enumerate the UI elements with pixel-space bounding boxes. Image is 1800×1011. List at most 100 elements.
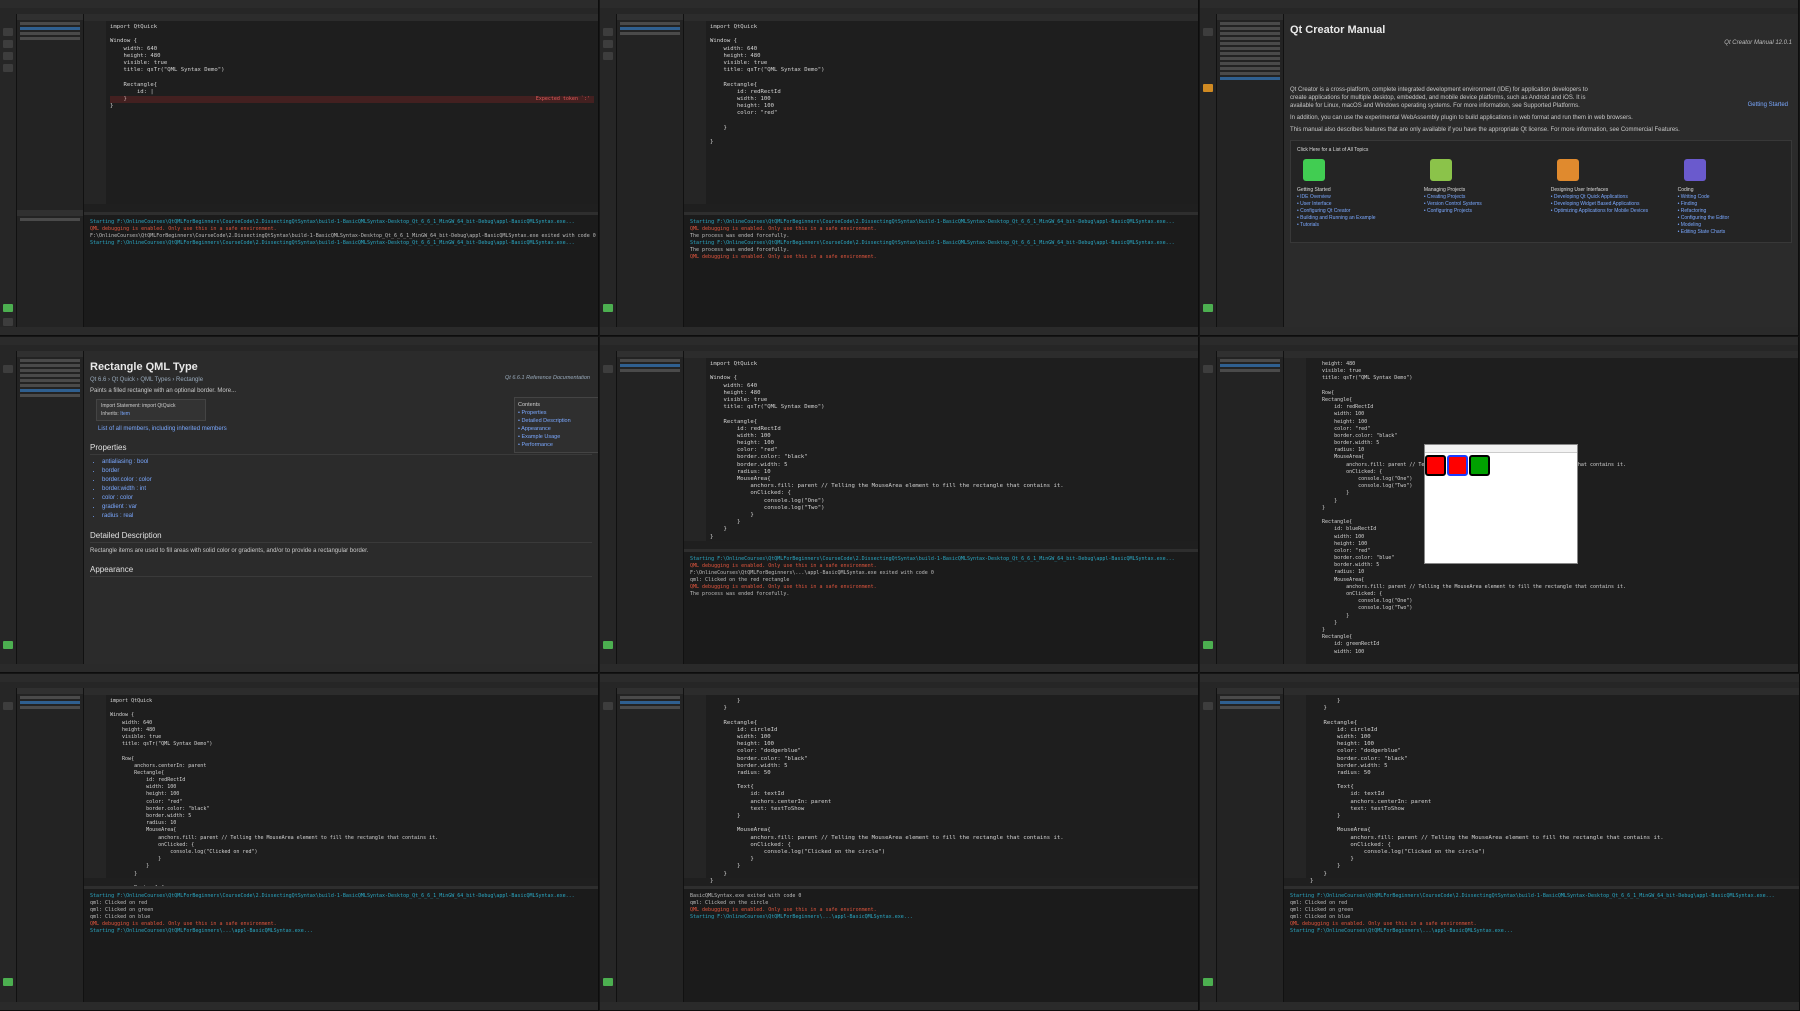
- code-line[interactable]: anchors.centerIn: parent: [1310, 799, 1795, 806]
- code-line[interactable]: import QtQuick: [710, 361, 1194, 368]
- code-line[interactable]: border.color: "black": [1310, 433, 1794, 440]
- code-line[interactable]: [710, 31, 1194, 38]
- topic-link[interactable]: • Editing State Charts: [1678, 229, 1785, 236]
- code-line[interactable]: Window {: [710, 375, 1194, 382]
- editor-tab[interactable]: [84, 688, 598, 695]
- blue-bordered-rectangle[interactable]: [1447, 455, 1468, 476]
- editor-tab[interactable]: [684, 351, 1198, 358]
- code-line[interactable]: height: 480: [110, 53, 594, 60]
- code-line[interactable]: title: qsTr("QML Syntax Demo"): [110, 67, 594, 74]
- project-tree[interactable]: [17, 688, 84, 1002]
- welcome-icon[interactable]: [1203, 702, 1213, 710]
- code-line[interactable]: onClicked: {: [710, 490, 1194, 497]
- edit-icon[interactable]: [603, 40, 613, 48]
- code-line[interactable]: anchors.centerIn: parent: [710, 799, 1194, 806]
- welcome-icon[interactable]: [3, 702, 13, 710]
- topic-link[interactable]: • Creating Projects: [1424, 194, 1531, 201]
- code-line[interactable]: width: 640: [110, 46, 594, 53]
- code-line[interactable]: }: [710, 125, 1194, 132]
- code-line[interactable]: }: [1310, 856, 1795, 863]
- code-line[interactable]: console.log("Clicked on red"): [110, 849, 594, 856]
- code-line[interactable]: Rectangle{: [1310, 634, 1794, 641]
- topic-link[interactable]: • Refactoring: [1678, 208, 1785, 215]
- code-line[interactable]: height: 480: [710, 390, 1194, 397]
- code-line[interactable]: Rectangle{: [710, 82, 1194, 89]
- code-line[interactable]: [710, 777, 1194, 784]
- code-line[interactable]: height: 100: [710, 440, 1194, 447]
- code-line[interactable]: [1310, 820, 1795, 827]
- run-icon[interactable]: [3, 641, 13, 649]
- code-line[interactable]: id: redRectId: [710, 89, 1194, 96]
- code-editor[interactable]: } } Rectangle{ id: circleId width: 100 h…: [684, 688, 1198, 884]
- code-line[interactable]: [710, 820, 1194, 827]
- code-line[interactable]: color: "red": [1310, 426, 1794, 433]
- code-line[interactable]: id: circleId: [710, 727, 1194, 734]
- code-line[interactable]: }: [710, 698, 1194, 705]
- code-line[interactable]: Window {: [110, 712, 594, 719]
- code-line[interactable]: console.log("Two"): [1310, 605, 1794, 612]
- editor-tab[interactable]: [684, 688, 1198, 695]
- run-icon[interactable]: [3, 978, 13, 986]
- property-item[interactable]: color : color: [102, 494, 598, 503]
- code-editor[interactable]: import QtQuick Window { width: 640 height…: [684, 351, 1198, 541]
- contents-link[interactable]: • Properties: [518, 409, 598, 417]
- window-title-bar[interactable]: [1425, 445, 1577, 453]
- contents-link[interactable]: • Appearance: [518, 425, 598, 433]
- topic-link[interactable]: • Configuring Projects: [1424, 208, 1531, 215]
- code-line[interactable]: }: [1310, 863, 1795, 870]
- code-line[interactable]: id: redRectId: [110, 777, 594, 784]
- design-icon[interactable]: [3, 52, 13, 60]
- debug-icon[interactable]: [3, 64, 13, 72]
- code-line[interactable]: Row{: [1310, 390, 1794, 397]
- code-line[interactable]: color: "red": [710, 110, 1194, 117]
- code-line[interactable]: anchors.fill: parent // Telling the Mous…: [1310, 584, 1794, 591]
- code-line[interactable]: id: textId: [710, 791, 1194, 798]
- code-line[interactable]: [710, 117, 1194, 124]
- design-icon[interactable]: [603, 52, 613, 60]
- code-line[interactable]: }: [710, 534, 1194, 541]
- code-line[interactable]: console.log("Two"): [710, 505, 1194, 512]
- code-editor[interactable]: } } Rectangle{ id: circleId width: 100 h…: [1284, 688, 1799, 884]
- code-line[interactable]: border.width: 5: [710, 462, 1194, 469]
- topic-link[interactable]: • Writing Code: [1678, 194, 1785, 201]
- editor-tab[interactable]: [84, 14, 598, 21]
- code-line[interactable]: id: redRectId: [1310, 404, 1794, 411]
- code-line[interactable]: onClicked: {: [1310, 842, 1795, 849]
- code-line[interactable]: MouseArea{: [1310, 827, 1795, 834]
- code-line[interactable]: id: circleId: [1310, 727, 1795, 734]
- contents-link[interactable]: • Example Usage: [518, 433, 598, 441]
- code-line[interactable]: }: [110, 863, 594, 870]
- code-line[interactable]: color: "dodgerblue": [710, 748, 1194, 755]
- welcome-icon[interactable]: [603, 702, 613, 710]
- topic-title[interactable]: Managing Projects: [1424, 187, 1531, 194]
- code-line[interactable]: width: 100: [710, 433, 1194, 440]
- code-line[interactable]: width: 100: [1310, 649, 1794, 656]
- code-editor[interactable]: import QtQuick Window { width: 640 height…: [684, 14, 1198, 204]
- code-line[interactable]: }: [1310, 705, 1795, 712]
- topic-title[interactable]: Designing User Interfaces: [1551, 187, 1658, 194]
- code-line[interactable]: Rectangle{: [1310, 397, 1794, 404]
- code-line[interactable]: [710, 132, 1194, 139]
- code-line[interactable]: }: [710, 863, 1194, 870]
- code-line[interactable]: radius: 10: [1310, 569, 1794, 576]
- code-line[interactable]: console.log("One"): [710, 498, 1194, 505]
- code-line[interactable]: Text{: [1310, 784, 1795, 791]
- code-editor[interactable]: import QtQuick Window { width: 640 height…: [84, 14, 598, 204]
- code-line[interactable]: height: 100: [1310, 741, 1795, 748]
- code-line[interactable]: height: 100: [110, 791, 594, 798]
- code-line[interactable]: [110, 878, 594, 885]
- code-line[interactable]: onClicked: {: [710, 842, 1194, 849]
- code-line[interactable]: radius: 50: [710, 770, 1194, 777]
- run-icon[interactable]: [603, 304, 613, 312]
- help-index-tree[interactable]: [1217, 14, 1284, 327]
- code-line[interactable]: width: 100: [1310, 411, 1794, 418]
- topic-link[interactable]: • Finding: [1678, 201, 1785, 208]
- code-line[interactable]: }: [1310, 878, 1795, 885]
- code-text[interactable]: import QtQuick Window { width: 640 height…: [110, 698, 594, 920]
- code-line[interactable]: visible: true: [710, 60, 1194, 67]
- topic-link[interactable]: • Configuring the Editor: [1678, 215, 1785, 222]
- code-line[interactable]: visible: true: [110, 734, 594, 741]
- code-line[interactable]: }: [710, 139, 1194, 146]
- code-line[interactable]: onClicked: {: [110, 842, 594, 849]
- project-tree[interactable]: [617, 688, 684, 1002]
